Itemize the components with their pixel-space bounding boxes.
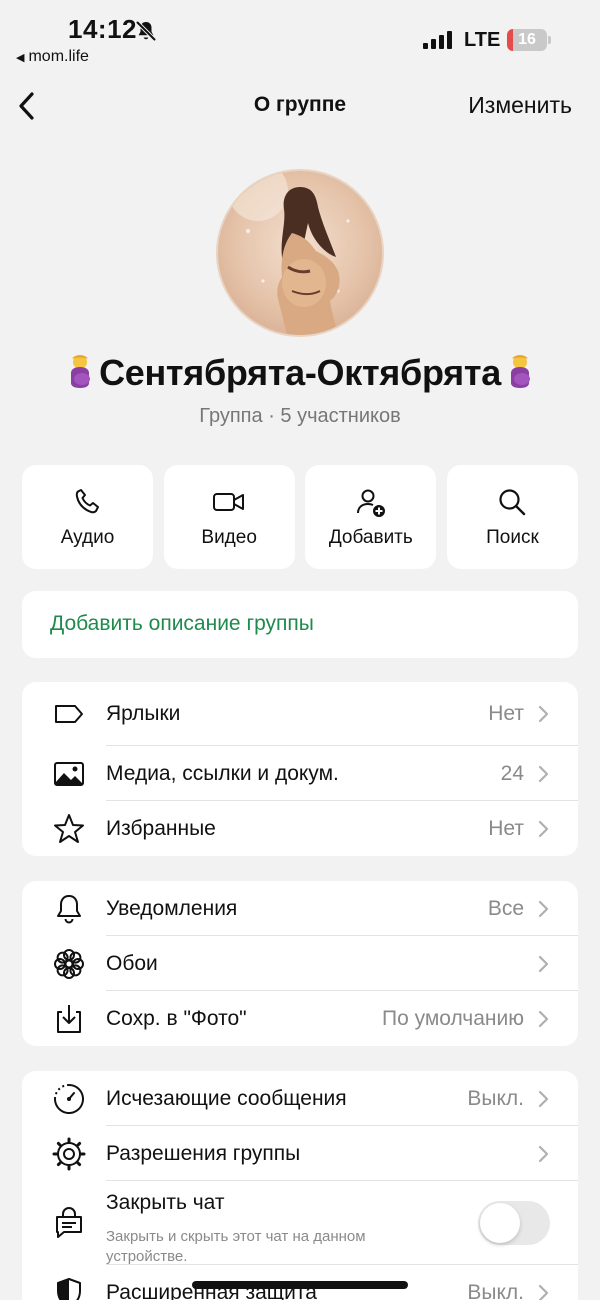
chevron-right-icon: [538, 1010, 549, 1027]
video-label: Видео: [201, 527, 257, 548]
disappearing-label: Исчезающие сообщения: [106, 1086, 347, 1110]
back-to-app-link[interactable]: ◀ mom.life: [16, 48, 89, 66]
star-icon: [54, 813, 84, 843]
chevron-right-icon: [538, 705, 549, 723]
info-section: Ярлыки Нет Медиа, ссылки и докум. 24 Изб…: [22, 682, 578, 856]
labels-label: Ярлыки: [106, 702, 181, 725]
pregnant-woman-emoji-icon: [71, 355, 91, 388]
group-avatar[interactable]: [216, 169, 384, 337]
network-type: LTE: [464, 29, 501, 51]
pregnant-woman-emoji-icon: [510, 355, 530, 388]
lock-chat-label: Закрыть чат: [106, 1191, 225, 1214]
add-member-button[interactable]: Добавить: [305, 465, 437, 569]
video-call-button[interactable]: Видео: [163, 465, 295, 569]
status-bar: 14:12 ◀ mom.life LTE 16: [0, 0, 600, 80]
save-to-photos-icon: [57, 1004, 81, 1033]
list-item-notifications[interactable]: Уведомления Все: [22, 881, 578, 936]
chevron-right-icon: [538, 1090, 549, 1107]
labels-value: Нет: [488, 702, 524, 725]
list-item-lock-chat: Закрыть чат Закрыть и скрыть этот чат на…: [22, 1181, 578, 1265]
phone-icon: [75, 489, 99, 514]
chevron-right-icon: [538, 820, 549, 837]
list-item-wallpaper[interactable]: Обои: [22, 936, 578, 991]
battery-icon: 16: [507, 29, 551, 51]
flower-icon: [54, 948, 84, 979]
search-icon: [499, 489, 526, 516]
video-camera-icon: [213, 493, 245, 511]
search-label: Поиск: [486, 527, 539, 548]
add-description-card[interactable]: Добавить описание группы: [22, 591, 578, 658]
add-label: Добавить: [328, 527, 413, 548]
chevron-right-icon: [538, 1145, 549, 1162]
wallpaper-label: Обои: [106, 951, 158, 975]
chevron-right-icon: [538, 955, 549, 972]
search-button[interactable]: Поиск: [446, 465, 578, 569]
list-item-save-to-photos[interactable]: Сохр. в "Фото" По умолчанию: [22, 991, 578, 1046]
locked-chat-icon: [56, 1207, 82, 1238]
save-to-photos-label: Сохр. в "Фото": [106, 1006, 247, 1030]
add-description-link[interactable]: Добавить описание группы: [50, 612, 314, 636]
back-chevron-icon[interactable]: [14, 88, 42, 124]
starred-label: Избранные: [106, 816, 216, 840]
privacy-section: Исчезающие сообщения Выкл. Разрешения гр…: [22, 1071, 578, 1300]
group-name: Сентябрята-Октябрята: [0, 352, 600, 394]
status-time: 14:12: [68, 14, 137, 44]
starred-value: Нет: [488, 816, 524, 840]
tag-icon: [55, 705, 83, 723]
group-name-text: Сентябрята-Октябрята: [99, 352, 501, 393]
permissions-label: Разрешения группы: [106, 1141, 301, 1165]
media-count: 24: [500, 761, 524, 785]
lock-chat-toggle[interactable]: [478, 1201, 550, 1245]
audio-call-button[interactable]: Аудио: [22, 465, 153, 569]
audio-label: Аудио: [60, 527, 115, 548]
disappearing-value: Выкл.: [467, 1086, 524, 1110]
battery-percent: 16: [518, 31, 536, 48]
edit-button[interactable]: Изменить: [468, 92, 572, 119]
group-subtitle: Группа · 5 участников: [199, 405, 401, 427]
list-item-disappearing-messages[interactable]: Исчезающие сообщения Выкл.: [22, 1071, 578, 1126]
chevron-right-icon: [538, 765, 549, 782]
advanced-protection-value: Выкл.: [467, 1280, 524, 1300]
back-app-label: mom.life: [28, 48, 89, 65]
add-person-icon: [356, 489, 385, 517]
list-item-media[interactable]: Медиа, ссылки и докум. 24: [22, 746, 578, 801]
home-indicator[interactable]: [192, 1281, 408, 1289]
bell-off-icon: [135, 20, 157, 42]
list-item-group-permissions[interactable]: Разрешения группы: [22, 1126, 578, 1181]
save-to-photos-value: По умолчанию: [381, 1006, 524, 1030]
list-item-labels[interactable]: Ярлыки Нет: [22, 682, 578, 746]
signal-icon: [423, 31, 452, 49]
bell-icon: [57, 894, 81, 923]
shield-icon: [57, 1277, 81, 1300]
chat-settings-section: Уведомления Все Обои Сохр. в "Фото" По у…: [22, 881, 578, 1046]
action-buttons: Аудио Видео Добавить Поиск: [22, 465, 578, 569]
notifications-value: Все: [487, 896, 524, 920]
group-avatar-image: [228, 171, 350, 335]
chevron-right-icon: [538, 1284, 549, 1300]
settings-gear-icon: [52, 1137, 86, 1170]
lock-chat-description: Закрыть и скрыть этот чат на данном устр…: [106, 1228, 366, 1265]
media-label: Медиа, ссылки и докум.: [106, 761, 339, 785]
timer-icon: [54, 1083, 84, 1114]
chevron-right-icon: [538, 900, 549, 917]
list-item-starred[interactable]: Избранные Нет: [22, 801, 578, 856]
image-icon: [54, 761, 84, 786]
notifications-label: Уведомления: [106, 896, 238, 920]
